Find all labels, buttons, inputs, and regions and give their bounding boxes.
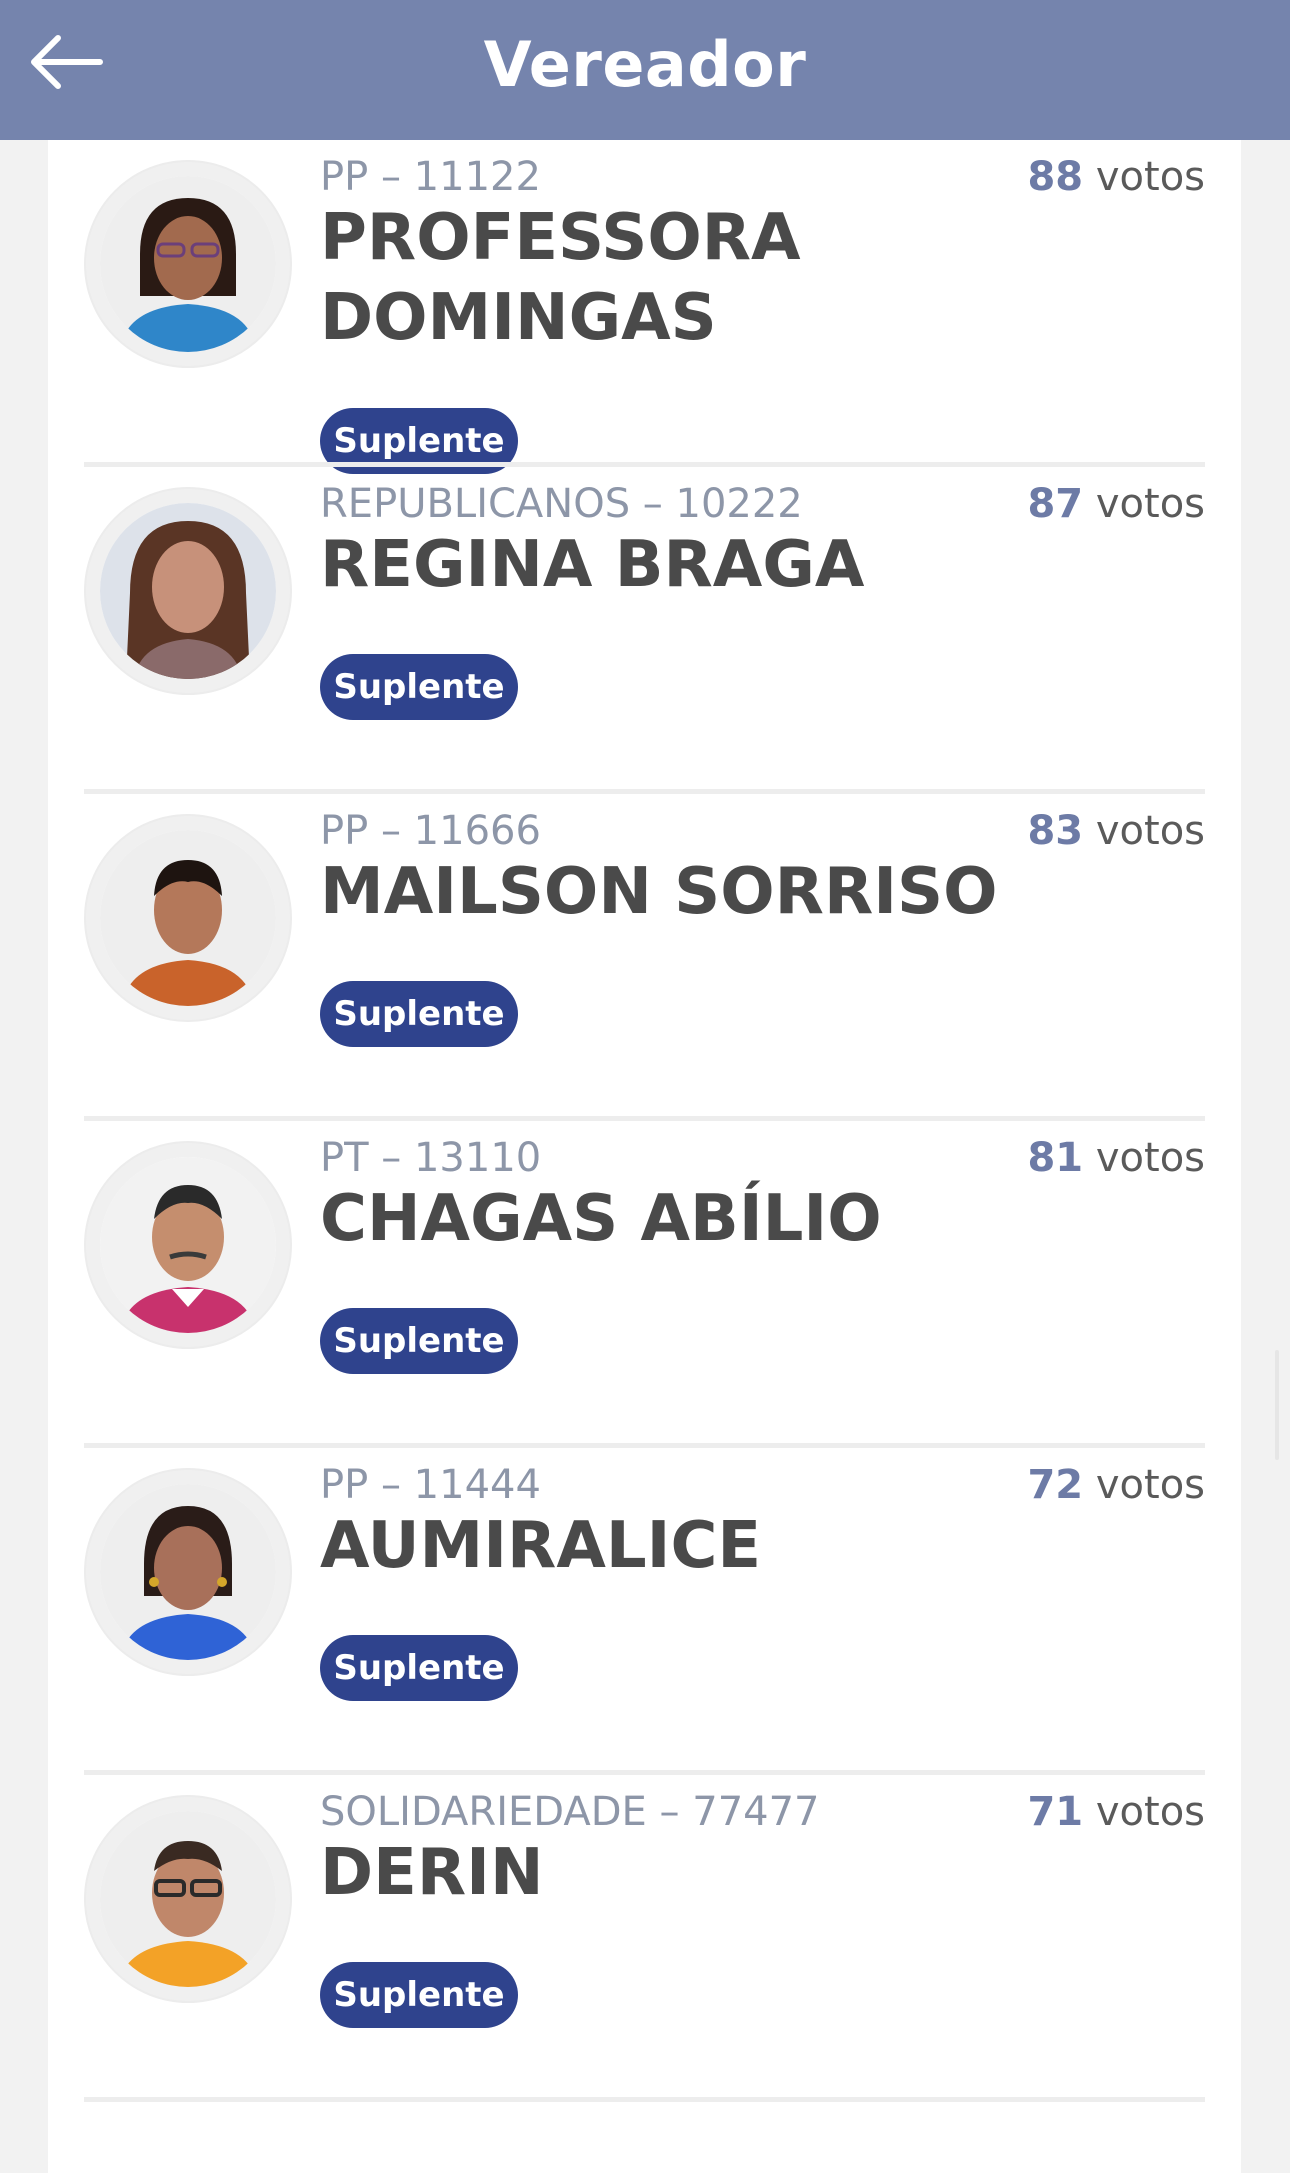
status-badge: Suplente xyxy=(320,1635,518,1701)
candidate-avatar xyxy=(84,814,292,1022)
page-title: Vereador xyxy=(483,28,807,101)
candidate-party: PP – 11666 xyxy=(320,808,541,854)
votes-number: 71 xyxy=(1027,1789,1084,1835)
votes-number: 81 xyxy=(1027,1135,1084,1181)
person-photo-icon xyxy=(100,503,276,679)
votes-unit: votos xyxy=(1095,1462,1205,1508)
candidate-item[interactable]: PT – 13110 81 votos CHAGAS ABÍLIO Suplen… xyxy=(84,1121,1205,1448)
candidate-party: PP – 11444 xyxy=(320,1462,541,1508)
candidate-name: AUMIRALICE xyxy=(320,1509,762,1583)
candidate-party: REPUBLICANOS – 10222 xyxy=(320,481,803,527)
candidate-votes: 88 votos xyxy=(1027,154,1205,200)
votes-unit: votos xyxy=(1095,1135,1205,1181)
status-badge: Suplente xyxy=(320,1962,518,2028)
votes-number: 72 xyxy=(1027,1462,1084,1508)
scrollbar[interactable] xyxy=(1275,1350,1279,1460)
votes-number: 88 xyxy=(1027,154,1084,200)
votes-unit: votos xyxy=(1095,808,1205,854)
candidate-votes: 71 votos xyxy=(1027,1789,1205,1835)
status-badge: Suplente xyxy=(320,981,518,1047)
status-badge: Suplente xyxy=(320,1308,518,1374)
status-badge: Suplente xyxy=(320,654,518,720)
candidate-item[interactable]: SOLIDARIEDADE – 77477 71 votos DERIN Sup… xyxy=(84,1775,1205,2102)
candidate-item[interactable]: PP – 11666 83 votos MAILSON SORRISO Supl… xyxy=(84,794,1205,1121)
candidate-party: PT – 13110 xyxy=(320,1135,542,1181)
candidate-party: SOLIDARIEDADE – 77477 xyxy=(320,1789,820,1835)
candidate-item[interactable]: PP – 11122 88 votos PROFESSORA DOMINGAS … xyxy=(84,140,1205,474)
candidate-party: PP – 11122 xyxy=(320,154,541,200)
candidate-name: DERIN xyxy=(320,1836,544,1910)
candidate-name: REGINA BRAGA xyxy=(320,528,865,602)
candidate-avatar xyxy=(84,1468,292,1676)
votes-unit: votos xyxy=(1095,154,1205,200)
candidate-votes: 83 votos xyxy=(1027,808,1205,854)
person-photo-icon xyxy=(100,1484,276,1660)
person-photo-icon xyxy=(100,830,276,1006)
candidate-avatar xyxy=(84,1795,292,2003)
candidate-name: PROFESSORA DOMINGAS xyxy=(320,201,801,355)
candidate-name: CHAGAS ABÍLIO xyxy=(320,1182,882,1256)
candidate-avatar xyxy=(84,487,292,695)
candidate-votes: 81 votos xyxy=(1027,1135,1205,1181)
person-photo-icon xyxy=(100,1811,276,1987)
votes-unit: votos xyxy=(1095,1789,1205,1835)
candidate-votes: 87 votos xyxy=(1027,481,1205,527)
votes-number: 83 xyxy=(1027,808,1084,854)
candidate-avatar xyxy=(84,1141,292,1349)
person-photo-icon xyxy=(100,1157,276,1333)
candidate-avatar xyxy=(84,160,292,368)
candidate-item[interactable]: PP – 11444 72 votos AUMIRALICE Suplente xyxy=(84,1448,1205,1775)
candidate-votes: 72 votos xyxy=(1027,1462,1205,1508)
votes-unit: votos xyxy=(1095,481,1205,527)
person-photo-icon xyxy=(100,176,276,352)
votes-number: 87 xyxy=(1027,481,1084,527)
candidate-item[interactable]: REPUBLICANOS – 10222 87 votos REGINA BRA… xyxy=(84,467,1205,794)
app-header: Vereador xyxy=(0,0,1290,140)
candidate-name: MAILSON SORRISO xyxy=(320,855,998,929)
divider xyxy=(84,2097,1205,2102)
candidate-list[interactable]: PP – 11122 88 votos PROFESSORA DOMINGAS … xyxy=(48,140,1241,2173)
